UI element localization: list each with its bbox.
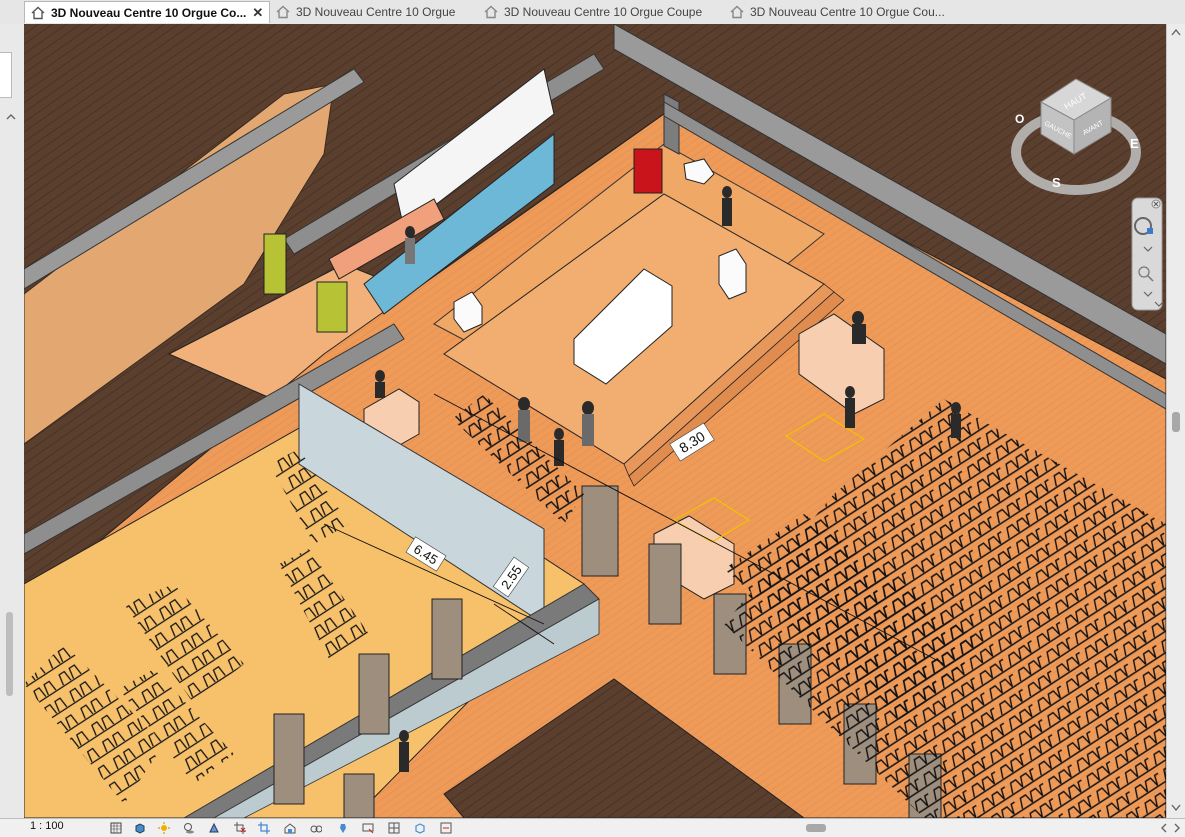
3d-view-canvas[interactable]: 8.30 6.45 2.55 HAUT AVANT GAUCHE E S O bbox=[24, 24, 1166, 818]
detail-level-icon[interactable] bbox=[110, 822, 122, 834]
close-tab-icon[interactable]: ✕ bbox=[252, 5, 263, 21]
red-cabinet bbox=[633, 148, 663, 194]
show-crop-region-icon[interactable] bbox=[258, 822, 270, 834]
panel-input-fragment[interactable] bbox=[0, 52, 12, 98]
horizontal-scrollbar-thumb[interactable] bbox=[806, 824, 826, 832]
person bbox=[399, 742, 409, 772]
column bbox=[581, 485, 619, 577]
tab-label: 3D Nouveau Centre 10 Orgue Cou... bbox=[750, 5, 945, 19]
compass-south-label[interactable]: S bbox=[1052, 175, 1061, 190]
home-icon bbox=[484, 5, 498, 19]
temporary-hide-icon[interactable] bbox=[310, 822, 322, 834]
view-tab-bar: 3D Nouveau Centre 10 Orgue Co... ✕ 3D No… bbox=[0, 0, 1185, 25]
close-navbar-icon[interactable] bbox=[1151, 199, 1161, 209]
worksharing-display-icon[interactable] bbox=[440, 822, 452, 834]
scroll-up-icon[interactable] bbox=[5, 112, 17, 122]
person bbox=[518, 397, 530, 411]
person bbox=[852, 311, 864, 325]
scroll-up-arrow-icon[interactable] bbox=[1171, 28, 1181, 36]
person bbox=[554, 428, 564, 440]
person bbox=[399, 730, 409, 742]
home-icon bbox=[31, 6, 45, 19]
column bbox=[431, 598, 463, 680]
vertical-scrollbar-thumb[interactable] bbox=[1172, 412, 1180, 432]
render-icon[interactable] bbox=[208, 822, 220, 834]
shadows-icon[interactable] bbox=[183, 822, 195, 834]
column bbox=[273, 713, 305, 805]
view-control-bar: 1 : 100 bbox=[0, 818, 1185, 837]
vertical-scrollbar[interactable] bbox=[1166, 24, 1185, 818]
left-panel-strip bbox=[0, 24, 25, 836]
scroll-left-arrow-icon[interactable] bbox=[1158, 822, 1170, 834]
person bbox=[845, 386, 855, 398]
yellow-green-panel-2 bbox=[316, 281, 348, 333]
tab-label: 3D Nouveau Centre 10 Orgue Co... bbox=[51, 5, 247, 20]
highlight-displacement-icon[interactable] bbox=[388, 822, 400, 834]
sun-path-icon[interactable] bbox=[158, 822, 170, 834]
tab-label: 3D Nouveau Centre 10 Orgue Coupe bbox=[504, 5, 703, 19]
person bbox=[405, 238, 415, 264]
yellow-green-panel-1 bbox=[263, 233, 287, 295]
left-scrollbar-thumb[interactable] bbox=[6, 612, 13, 696]
column bbox=[343, 773, 375, 818]
scroll-down-arrow-icon[interactable] bbox=[1171, 804, 1181, 812]
person bbox=[518, 410, 530, 442]
person bbox=[845, 398, 855, 428]
crop-view-icon[interactable] bbox=[234, 822, 246, 834]
column bbox=[358, 653, 390, 735]
reveal-constraints-icon[interactable] bbox=[414, 822, 426, 834]
person bbox=[375, 370, 385, 382]
lock-3d-view-icon[interactable] bbox=[284, 822, 296, 834]
visual-style-icon[interactable] bbox=[134, 822, 146, 834]
compass-west-label[interactable]: O bbox=[1015, 112, 1024, 126]
home-icon bbox=[730, 5, 744, 19]
scroll-right-arrow-icon[interactable] bbox=[1171, 822, 1183, 834]
person bbox=[951, 414, 961, 438]
analysis-display-icon[interactable] bbox=[362, 822, 374, 834]
column bbox=[648, 543, 682, 625]
tab-3d-nouveau-centre-10-orgue[interactable]: 3D Nouveau Centre 10 Orgue bbox=[270, 1, 478, 23]
horizontal-scrollbar-track[interactable] bbox=[470, 823, 1150, 833]
home-icon bbox=[276, 5, 290, 19]
left-scrollbar-track[interactable] bbox=[8, 124, 11, 604]
tab-3d-nouveau-centre-10-orgue-cou[interactable]: 3D Nouveau Centre 10 Orgue Cou... bbox=[724, 1, 974, 23]
tab-label: 3D Nouveau Centre 10 Orgue bbox=[296, 5, 456, 19]
person bbox=[582, 414, 594, 446]
person bbox=[852, 324, 866, 344]
person bbox=[722, 198, 732, 226]
person bbox=[582, 401, 594, 415]
compass-east-label[interactable]: E bbox=[1130, 136, 1139, 151]
tab-3d-nouveau-centre-10-orgue-coupe[interactable]: 3D Nouveau Centre 10 Orgue Coupe bbox=[478, 1, 724, 23]
person bbox=[951, 402, 961, 414]
tab-3d-nouveau-centre-10-orgue-coupe-active[interactable]: 3D Nouveau Centre 10 Orgue Co... ✕ bbox=[24, 1, 270, 23]
view-scale[interactable]: 1 : 100 bbox=[30, 820, 64, 832]
person bbox=[722, 186, 732, 198]
person bbox=[405, 226, 415, 238]
navigation-bar[interactable] bbox=[1131, 197, 1164, 311]
reveal-hidden-icon[interactable] bbox=[337, 822, 349, 834]
person bbox=[375, 382, 385, 398]
